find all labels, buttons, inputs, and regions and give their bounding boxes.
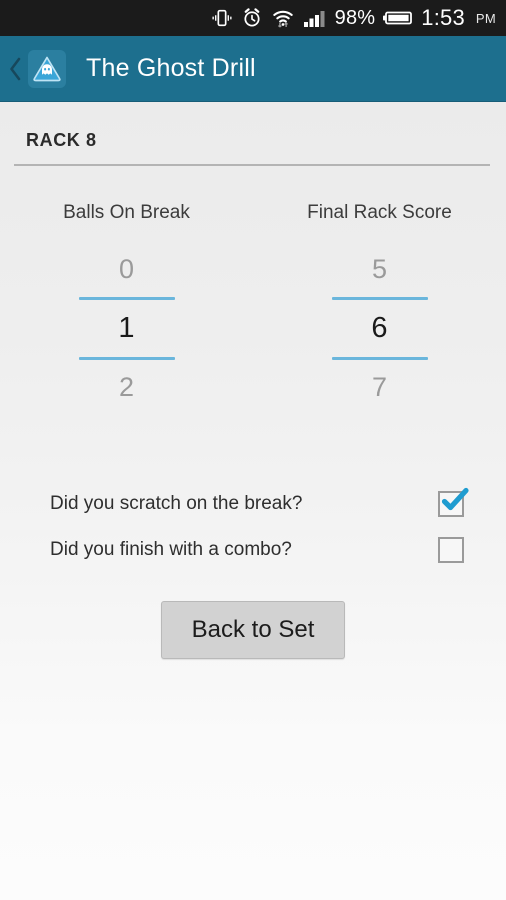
signal-bars-icon (303, 8, 327, 28)
picker-label-final-rack-score: Final Rack Score (253, 202, 506, 224)
vibrate-icon (211, 7, 233, 29)
app-bar: The Ghost Drill (0, 36, 506, 102)
back-to-set-button[interactable]: Back to Set (160, 601, 346, 659)
checkbox-label: Did you finish with a combo? (50, 539, 292, 560)
phone-screen: 98% 1:53 PM The Ghost Drill RACK 8 Balls… (0, 0, 506, 900)
alarm-clock-icon (241, 7, 263, 29)
status-bar: 98% 1:53 PM (0, 0, 506, 36)
number-picker-balls-on-break[interactable]: 0 1 2 (0, 242, 253, 415)
ghost-triangle-app-icon[interactable] (28, 49, 66, 88)
checkbox-group: Did you scratch on the break? Did you fi… (0, 481, 506, 573)
picker-label-balls-on-break: Balls On Break (0, 202, 253, 224)
picker-next-value[interactable]: 2 (79, 360, 175, 415)
battery-icon (383, 9, 413, 27)
checkbox-finish-with-combo[interactable] (438, 537, 464, 563)
picker-previous-value[interactable]: 0 (79, 242, 175, 297)
clock-ampm-label: PM (475, 10, 496, 26)
checkmark-icon (439, 485, 471, 520)
rack-header: RACK 8 (0, 102, 506, 151)
checkbox-row-finish-with-combo[interactable]: Did you finish with a combo? (50, 527, 464, 573)
checkbox-label: Did you scratch on the break? (50, 493, 303, 514)
picker-previous-value[interactable]: 5 (332, 242, 428, 297)
picker-label-text: Balls On Break (63, 202, 190, 223)
number-pickers-row: 0 1 2 5 6 7 (0, 242, 506, 415)
picker-labels-row: Balls On Break Final Rack Score (0, 202, 506, 224)
picker-selected-value[interactable]: 1 (79, 300, 175, 357)
button-row: Back to Set (0, 601, 506, 659)
back-chevron-icon[interactable] (4, 55, 26, 83)
picker-label-text: Final Rack Score (307, 202, 452, 223)
content-area: RACK 8 Balls On Break Final Rack Score 0… (0, 102, 506, 900)
checkbox-scratch-on-break[interactable] (438, 487, 469, 517)
rack-divider (14, 164, 490, 166)
picker-selected-value[interactable]: 6 (332, 300, 428, 357)
checkbox-row-scratch-on-break[interactable]: Did you scratch on the break? (50, 481, 469, 527)
battery-percent-label: 98% (334, 6, 376, 29)
picker-next-value[interactable]: 7 (332, 360, 428, 415)
rack-title: RACK 8 (26, 130, 97, 150)
number-picker-final-rack-score[interactable]: 5 6 7 (253, 242, 506, 415)
clock-time-label: 1:53 (421, 5, 465, 30)
app-title: The Ghost Drill (86, 54, 256, 82)
wifi-icon (271, 7, 295, 29)
